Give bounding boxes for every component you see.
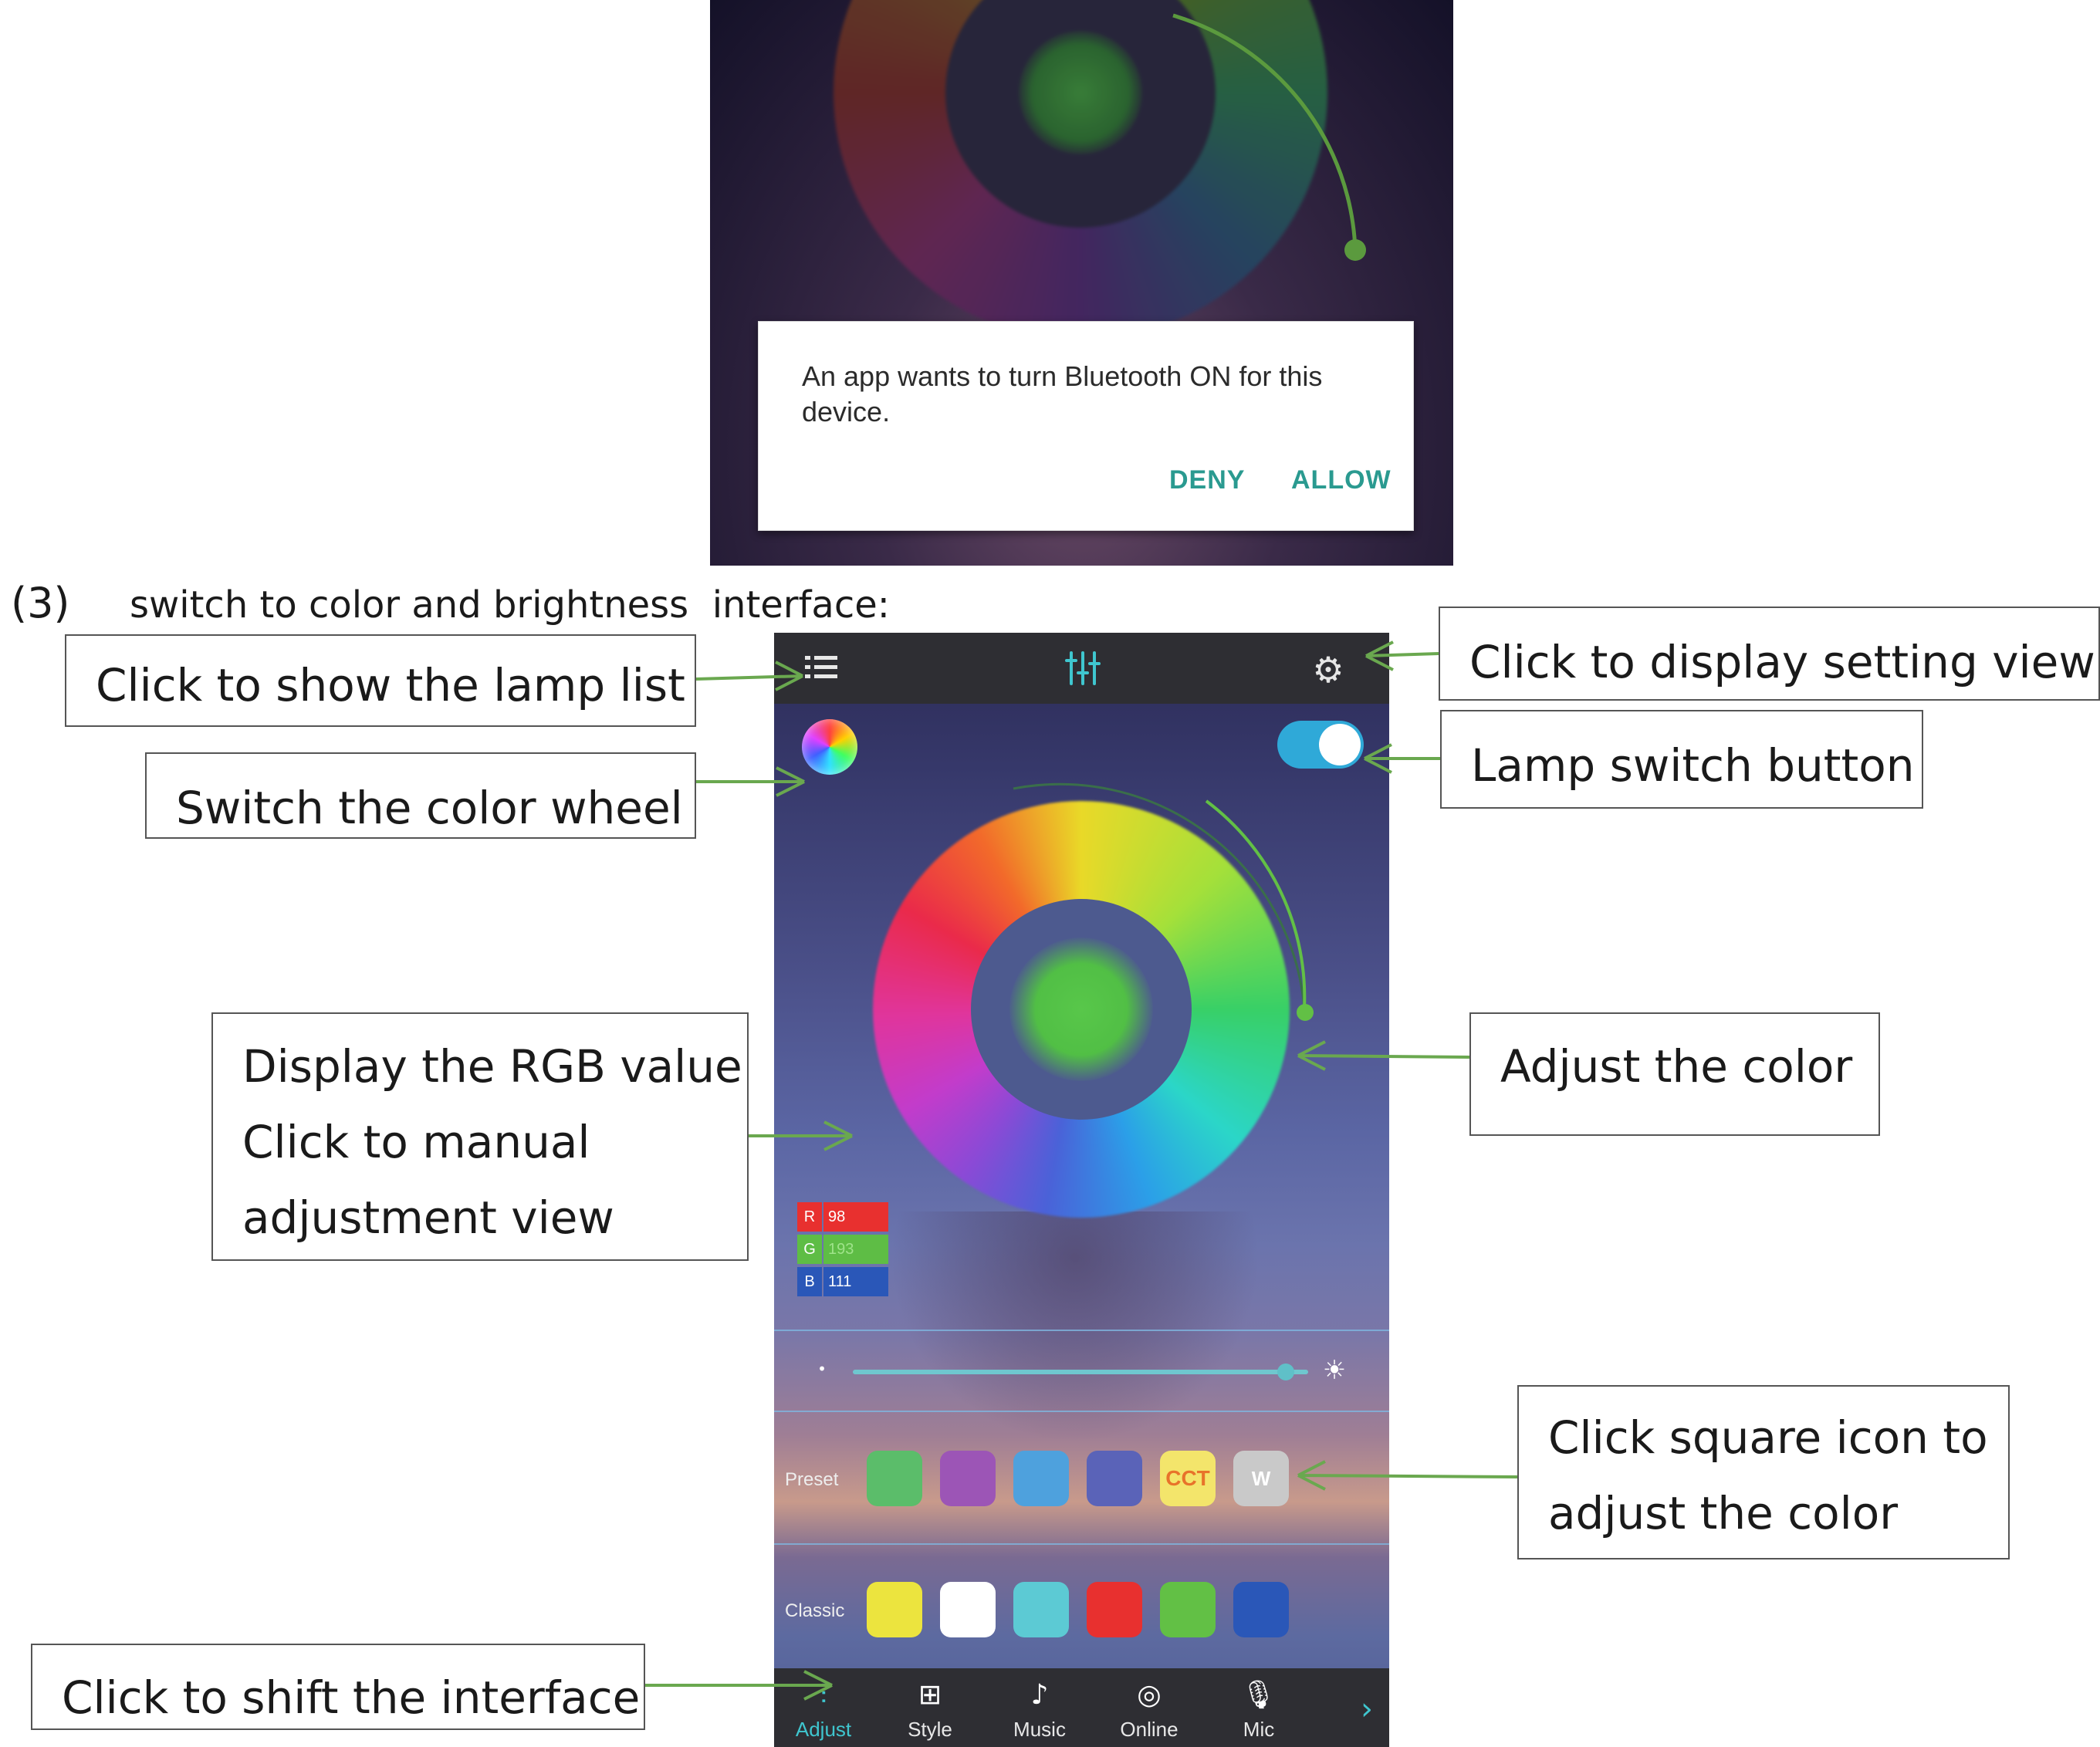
preset-swatch-text: [1013, 1451, 1069, 1506]
divider: [774, 1543, 1389, 1545]
tab-label: Music: [1013, 1718, 1066, 1741]
preset-swatch[interactable]: W: [1233, 1451, 1289, 1506]
rgb-blue-row[interactable]: B 111: [797, 1267, 888, 1296]
blue-key: B: [797, 1267, 822, 1296]
divider: [774, 1330, 1389, 1331]
tab-label: Style: [908, 1718, 952, 1741]
deny-button[interactable]: DENY: [1169, 465, 1245, 495]
callout-text: Lamp switch button: [1471, 739, 1915, 792]
rgb-green-row[interactable]: G 193: [797, 1235, 888, 1264]
callout-lamp-list: Click to show the lamp list: [65, 634, 696, 727]
callout-text: Click to display setting view: [1469, 636, 2095, 688]
bluetooth-permission-dialog: An app wants to turn Bluetooth ON for th…: [758, 321, 1414, 531]
callout-text: adjust the color: [1548, 1487, 1899, 1539]
chevron-right-icon[interactable]: ›: [1361, 1690, 1384, 1728]
rgb-red-row[interactable]: R 98: [797, 1202, 888, 1232]
classic-swatch[interactable]: [1087, 1582, 1142, 1637]
step-number: (3): [11, 579, 70, 627]
bottom-tab-bar: ⫶ Adjust ⊞ Style ♪ Music ◎ Online 🎙 Mic: [774, 1668, 1389, 1747]
tab-online[interactable]: ◎ Online: [1103, 1668, 1195, 1747]
music-note-icon: ♪: [1030, 1679, 1049, 1711]
preset-swatch[interactable]: [867, 1451, 922, 1506]
callout-text: Click to shift the interface: [62, 1671, 641, 1724]
blue-value: 111: [823, 1267, 888, 1296]
dialog-message: An app wants to turn Bluetooth ON for th…: [802, 360, 1323, 427]
classic-swatch[interactable]: [867, 1582, 922, 1637]
classic-swatch[interactable]: [1233, 1582, 1289, 1637]
callout-rgb: Display the RGB value Click to manual ad…: [211, 1012, 749, 1261]
divider: [774, 1411, 1389, 1412]
brightness-slider-knob[interactable]: [1277, 1363, 1294, 1380]
brightness-low-icon: •: [817, 1360, 827, 1378]
tab-label: Online: [1120, 1718, 1179, 1741]
callout-settings: Click to display setting view: [1439, 607, 2100, 701]
classic-label: Classic: [785, 1600, 845, 1621]
tab-adjust[interactable]: ⫶ Adjust: [777, 1668, 870, 1747]
microphone-icon: 🎙: [1241, 1679, 1277, 1711]
allow-button[interactable]: ALLOW: [1291, 465, 1392, 495]
preset-swatch-text: W: [1251, 1467, 1271, 1490]
callout-lamp-switch: Lamp switch button: [1440, 710, 1923, 809]
red-value: 98: [823, 1202, 888, 1232]
preset-swatch-text: [867, 1451, 922, 1506]
classic-swatch[interactable]: [1013, 1582, 1069, 1637]
classic-swatch[interactable]: [1160, 1582, 1216, 1637]
tab-label: Mic: [1243, 1718, 1275, 1741]
callout-square-icon: Click square icon to adjust the color: [1517, 1385, 2010, 1559]
preset-swatch-text: [1087, 1451, 1142, 1506]
bluetooth-screenshot: An app wants to turn Bluetooth ON for th…: [710, 0, 1453, 566]
red-key: R: [797, 1202, 822, 1232]
tab-music[interactable]: ♪ Music: [993, 1668, 1086, 1747]
preset-swatch-text: CCT: [1165, 1466, 1210, 1490]
callout-text: Click to show the lamp list: [96, 659, 685, 711]
callout-text: Click square icon to: [1548, 1411, 1988, 1464]
preset-label: Preset: [785, 1469, 839, 1490]
preset-swatch[interactable]: [1013, 1451, 1069, 1506]
callout-text: Switch the color wheel: [176, 782, 683, 834]
green-key: G: [797, 1235, 822, 1264]
brightness-arc[interactable]: [774, 633, 1389, 1250]
tab-mic[interactable]: 🎙 Mic: [1212, 1668, 1305, 1747]
callout-color-wheel: Switch the color wheel: [145, 752, 696, 839]
preset-swatch[interactable]: [940, 1451, 996, 1506]
callout-shift-interface: Click to shift the interface: [31, 1644, 645, 1730]
equalizer-icon: ⫶: [820, 1679, 827, 1711]
online-music-icon: ◎: [1137, 1679, 1162, 1711]
callout-text: Click to manual: [242, 1116, 590, 1168]
brightness-slider[interactable]: [853, 1370, 1308, 1374]
callout-text: Display the RGB value: [242, 1040, 742, 1093]
callout-adjust-color: Adjust the color: [1469, 1012, 1880, 1136]
callout-text: adjustment view: [242, 1191, 614, 1244]
tab-style[interactable]: ⊞ Style: [884, 1668, 976, 1747]
brightness-high-icon: ☀: [1322, 1355, 1347, 1386]
green-value: 193: [823, 1235, 888, 1264]
tab-label: Adjust: [795, 1718, 852, 1741]
app-screenshot: ⚙ R 98 G 193 B 111 • ☀ Preset Classic ⫶ …: [774, 633, 1389, 1747]
preset-swatch[interactable]: [1087, 1451, 1142, 1506]
grid-icon: ⊞: [918, 1679, 942, 1711]
classic-swatch[interactable]: [940, 1582, 996, 1637]
faded-arc-knob: [1344, 239, 1366, 261]
preset-swatch[interactable]: CCT: [1160, 1451, 1216, 1506]
preset-swatch-text: [940, 1451, 996, 1506]
step-caption: switch to color and brightness interface…: [130, 583, 890, 627]
faded-brightness-arc: [1172, 13, 1358, 251]
callout-text: Adjust the color: [1500, 1040, 1853, 1093]
